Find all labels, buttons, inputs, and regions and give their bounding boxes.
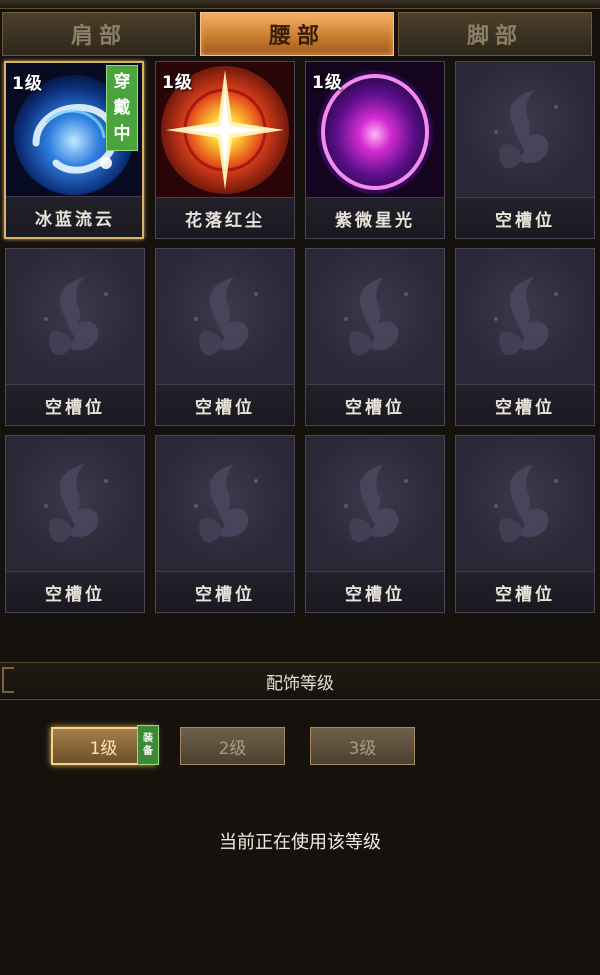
slot-name: 空槽位 [456,571,594,612]
section-title: 配饰等级 [266,673,334,694]
slot-name: 冰蓝流云 [6,196,142,237]
butterfly-placeholder-icon [6,249,144,385]
tab-shoulder[interactable]: 肩部 [2,12,196,56]
empty-slot[interactable]: 空槽位 [155,435,295,613]
accessory-slot-1[interactable]: 1级 穿戴中 冰蓝流云 [4,61,144,239]
butterfly-placeholder-icon [6,436,144,572]
slot-name: 空槽位 [6,384,144,425]
empty-slot[interactable]: 空槽位 [455,61,595,239]
butterfly-placeholder-icon [456,436,594,572]
butterfly-placeholder-icon [156,249,294,385]
tab-foot[interactable]: 脚部 [398,12,592,56]
slot-name: 空槽位 [156,384,294,425]
section-divider: 配饰等级 [0,662,600,700]
slot-name: 空槽位 [6,571,144,612]
slot-name: 空槽位 [156,571,294,612]
butterfly-placeholder-icon [306,249,444,385]
empty-slot[interactable]: 空槽位 [455,248,595,426]
slot-name: 空槽位 [456,384,594,425]
empty-slot[interactable]: 空槽位 [5,435,145,613]
status-text: 当前正在使用该等级 [219,832,381,853]
butterfly-placeholder-icon [306,436,444,572]
empty-slot[interactable]: 空槽位 [455,435,595,613]
slot-name: 花落红尘 [156,197,294,238]
accessory-slot-2[interactable]: 1级 花落红尘 [155,61,295,239]
empty-slot[interactable]: 空槽位 [305,248,445,426]
equip-badge: 装备 [137,725,159,765]
level-2-button[interactable]: 2级 [180,727,285,765]
butterfly-placeholder-icon [456,62,594,198]
slot-name: 空槽位 [456,197,594,238]
butterfly-placeholder-icon [456,249,594,385]
slot-level-label: 1级 [12,74,43,94]
empty-slot[interactable]: 空槽位 [305,435,445,613]
slot-level-label: 1级 [162,73,193,93]
accessory-tabs: 肩部 腰部 脚部 [0,12,600,58]
butterfly-placeholder-icon [156,436,294,572]
tab-waist[interactable]: 腰部 [200,12,394,56]
top-border [0,0,600,9]
worn-badge: 穿戴中 [106,65,138,151]
slot-level-label: 1级 [312,73,343,93]
empty-slot[interactable]: 空槽位 [5,248,145,426]
slot-name: 空槽位 [306,571,444,612]
level-3-button[interactable]: 3级 [310,727,415,765]
slot-name: 紫微星光 [306,197,444,238]
slot-name: 空槽位 [306,384,444,425]
accessory-slot-3[interactable]: 1级 紫微星光 [305,61,445,239]
empty-slot[interactable]: 空槽位 [155,248,295,426]
